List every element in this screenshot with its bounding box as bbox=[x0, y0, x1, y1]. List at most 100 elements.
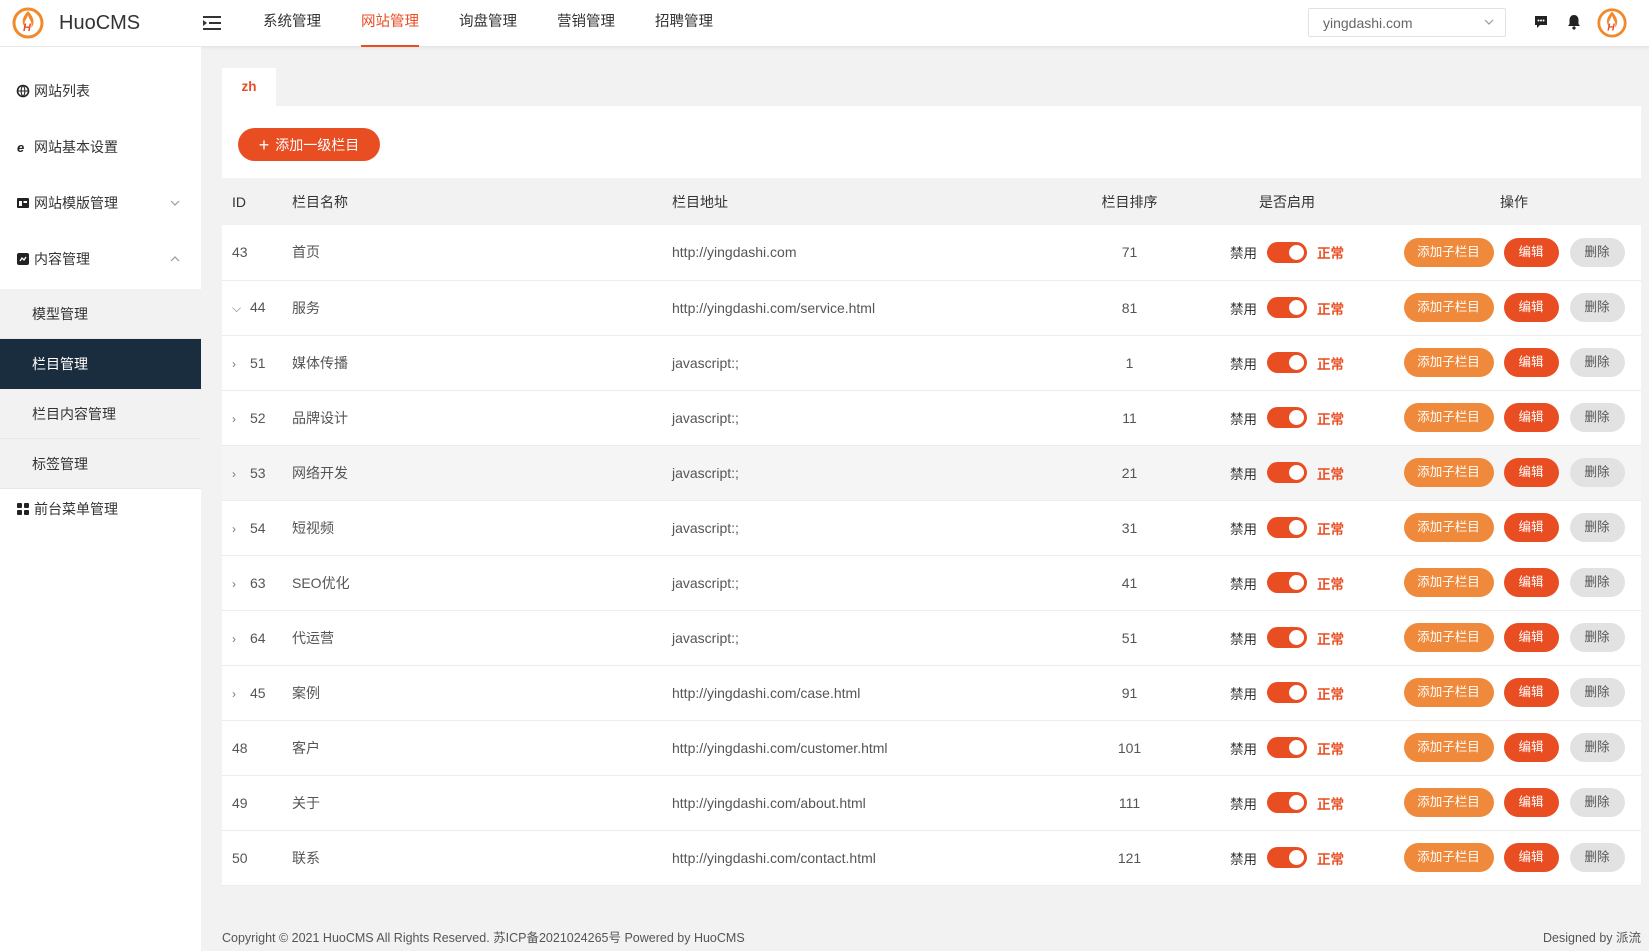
status-on-label: 正常 bbox=[1317, 796, 1344, 812]
expand-row-icon[interactable]: › bbox=[232, 687, 246, 701]
edit-button[interactable]: 编辑 bbox=[1503, 843, 1559, 872]
status-toggle[interactable] bbox=[1267, 682, 1307, 703]
add-subcolumn-button[interactable]: 添加子栏目 bbox=[1403, 458, 1494, 487]
delete-button[interactable]: 删除 bbox=[1569, 458, 1625, 487]
cell-status: 禁用 正常 bbox=[1187, 665, 1387, 720]
status-toggle[interactable] bbox=[1267, 352, 1307, 373]
sidebar-item-site-list[interactable]: 网站列表 bbox=[0, 63, 201, 119]
status-toggle[interactable] bbox=[1267, 627, 1307, 648]
edit-button[interactable]: 编辑 bbox=[1503, 348, 1559, 377]
add-subcolumn-button[interactable]: 添加子栏目 bbox=[1403, 403, 1494, 432]
cell-ops: 添加子栏目 编辑 删除 bbox=[1387, 830, 1641, 885]
cell-url: javascript:; bbox=[672, 354, 739, 371]
status-toggle[interactable] bbox=[1267, 407, 1307, 428]
sidebar-subitem-column[interactable]: 栏目管理 bbox=[0, 339, 201, 389]
expand-row-icon[interactable]: ⌵ bbox=[232, 301, 246, 316]
sidebar-item-site-settings[interactable]: e 网站基本设置 bbox=[0, 119, 201, 175]
add-subcolumn-button[interactable]: 添加子栏目 bbox=[1403, 788, 1494, 817]
topnav-item-2[interactable]: 询盘管理 bbox=[439, 0, 537, 47]
sidebar-subitem-column-content[interactable]: 栏目内容管理 bbox=[0, 389, 201, 439]
menu-collapse-icon[interactable] bbox=[203, 15, 221, 31]
sidebar-subitem-model[interactable]: 模型管理 bbox=[0, 289, 201, 339]
expand-row-icon[interactable]: › bbox=[232, 522, 246, 536]
delete-button[interactable]: 删除 bbox=[1569, 843, 1625, 872]
edit-button[interactable]: 编辑 bbox=[1503, 293, 1559, 322]
sidebar-item-label: 前台菜单管理 bbox=[34, 501, 118, 517]
expand-row-icon[interactable]: › bbox=[232, 632, 246, 646]
delete-button[interactable]: 删除 bbox=[1569, 513, 1625, 542]
toggle-knob bbox=[1289, 355, 1304, 370]
delete-button[interactable]: 删除 bbox=[1569, 568, 1625, 597]
toggle-knob bbox=[1289, 630, 1304, 645]
header-status: 是否启用 bbox=[1259, 193, 1315, 210]
cell-ops: 添加子栏目 编辑 删除 bbox=[1387, 445, 1641, 500]
status-toggle[interactable] bbox=[1267, 297, 1307, 318]
add-subcolumn-button[interactable]: 添加子栏目 bbox=[1403, 623, 1494, 652]
status-toggle[interactable] bbox=[1267, 517, 1307, 538]
add-subcolumn-button[interactable]: 添加子栏目 bbox=[1403, 733, 1494, 762]
top-header: H HuoCMS 系统管理 网站管理 询盘管理 营销管理 招聘管理 yingdashi.… bbox=[0, 0, 1649, 47]
topnav-item-3[interactable]: 营销管理 bbox=[537, 0, 635, 47]
site-select[interactable]: yingdashi.com bbox=[1308, 8, 1506, 37]
bell-icon[interactable] bbox=[1565, 13, 1583, 31]
sidebar-item-frontend-menu[interactable]: 前台菜单管理 bbox=[0, 481, 201, 537]
edit-button[interactable]: 编辑 bbox=[1503, 678, 1559, 707]
table-header-row: ID 栏目名称 栏目地址 栏目排序 是否启用 操作 bbox=[222, 178, 1641, 225]
delete-button[interactable]: 删除 bbox=[1569, 348, 1625, 377]
edit-button[interactable]: 编辑 bbox=[1503, 458, 1559, 487]
status-off-label: 禁用 bbox=[1230, 411, 1257, 427]
expand-row-icon[interactable]: › bbox=[232, 467, 246, 481]
delete-button[interactable]: 删除 bbox=[1569, 733, 1625, 762]
expand-row-icon[interactable]: › bbox=[232, 412, 246, 426]
edit-button[interactable]: 编辑 bbox=[1503, 403, 1559, 432]
add-subcolumn-button[interactable]: 添加子栏目 bbox=[1403, 293, 1494, 322]
edit-button[interactable]: 编辑 bbox=[1503, 623, 1559, 652]
sidebar-item-template-manage[interactable]: 网站模版管理 bbox=[0, 175, 201, 231]
add-subcolumn-button[interactable]: 添加子栏目 bbox=[1403, 843, 1494, 872]
topnav-item-0[interactable]: 系统管理 bbox=[243, 0, 341, 47]
add-subcolumn-button[interactable]: 添加子栏目 bbox=[1403, 237, 1494, 267]
delete-button[interactable]: 删除 bbox=[1569, 237, 1625, 267]
edit-button[interactable]: 编辑 bbox=[1503, 733, 1559, 762]
cell-ops: 添加子栏目 编辑 删除 bbox=[1387, 775, 1641, 830]
add-subcolumn-button[interactable]: 添加子栏目 bbox=[1403, 513, 1494, 542]
edit-button[interactable]: 编辑 bbox=[1503, 788, 1559, 817]
delete-button[interactable]: 删除 bbox=[1569, 293, 1625, 322]
status-on-label: 正常 bbox=[1317, 686, 1344, 702]
cell-id: 49 bbox=[222, 775, 282, 830]
status-toggle[interactable] bbox=[1267, 241, 1307, 263]
cell-url: http://yingdashi.com/about.html bbox=[672, 794, 866, 811]
edit-button[interactable]: 编辑 bbox=[1503, 513, 1559, 542]
add-subcolumn-button[interactable]: 添加子栏目 bbox=[1403, 678, 1494, 707]
user-avatar-icon[interactable]: H bbox=[1596, 6, 1628, 38]
delete-button[interactable]: 删除 bbox=[1569, 623, 1625, 652]
status-toggle[interactable] bbox=[1267, 572, 1307, 593]
cell-ops: 添加子栏目 编辑 删除 bbox=[1387, 720, 1641, 775]
sidebar-item-content-manage[interactable]: 内容管理 bbox=[0, 231, 201, 287]
add-subcolumn-button[interactable]: 添加子栏目 bbox=[1403, 348, 1494, 377]
status-toggle[interactable] bbox=[1267, 737, 1307, 758]
edit-button[interactable]: 编辑 bbox=[1503, 568, 1559, 597]
delete-button[interactable]: 删除 bbox=[1569, 678, 1625, 707]
cell-status: 禁用 正常 bbox=[1187, 555, 1387, 610]
delete-button[interactable]: 删除 bbox=[1569, 403, 1625, 432]
cell-url: javascript:; bbox=[672, 574, 739, 591]
toggle-knob bbox=[1289, 244, 1304, 260]
tab-zh[interactable]: zh bbox=[222, 68, 276, 106]
status-toggle[interactable] bbox=[1267, 792, 1307, 813]
expand-row-icon[interactable]: › bbox=[232, 357, 246, 371]
message-icon[interactable] bbox=[1532, 13, 1550, 31]
status-toggle[interactable] bbox=[1267, 462, 1307, 483]
cell-sort: 51 bbox=[1121, 629, 1138, 646]
cell-status: 禁用 正常 bbox=[1187, 720, 1387, 775]
edit-button[interactable]: 编辑 bbox=[1503, 237, 1559, 267]
row-id: 64 bbox=[250, 629, 266, 646]
table-body: 43 首页 http://yingdashi.com 71 禁用 正常 添加子栏目 编辑 删除 ⌵… bbox=[222, 225, 1641, 885]
delete-button[interactable]: 删除 bbox=[1569, 788, 1625, 817]
topnav-item-4[interactable]: 招聘管理 bbox=[635, 0, 733, 47]
add-top-column-button[interactable]: + 添加一级栏目 bbox=[238, 128, 380, 161]
expand-row-icon[interactable]: › bbox=[232, 577, 246, 591]
topnav-item-1[interactable]: 网站管理 bbox=[341, 0, 439, 47]
add-subcolumn-button[interactable]: 添加子栏目 bbox=[1403, 568, 1494, 597]
status-toggle[interactable] bbox=[1267, 847, 1307, 868]
